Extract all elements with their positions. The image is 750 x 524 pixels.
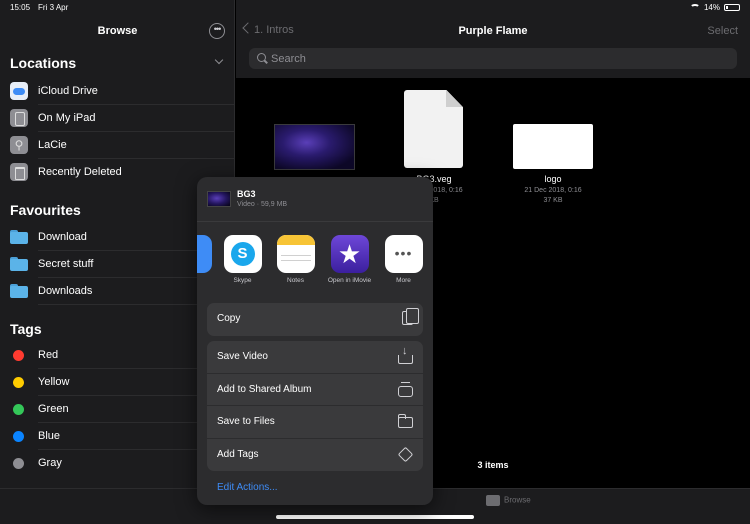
- sidebar-item-label: Secret stuff: [38, 258, 94, 270]
- file-date: 21 Dec 2018, 0:16: [524, 187, 582, 194]
- tab-browse[interactable]: Browse: [486, 495, 531, 506]
- file-name: logo: [544, 174, 562, 184]
- share-sheet-header: BG3 Video · 59,9 MB: [197, 177, 433, 222]
- copy-group: Copy: [207, 303, 423, 336]
- share-sheet: BG3 Video · 59,9 MB Skype Notes Open in …: [197, 177, 433, 505]
- add-to-shared-album-action[interactable]: Add to Shared Album: [207, 374, 423, 406]
- tag-icon: [397, 446, 414, 462]
- sidebar-item-on-my-ipad[interactable]: On My iPad: [0, 105, 235, 132]
- battery-icon: [724, 4, 740, 11]
- tab-browse-label: Browse: [504, 495, 531, 505]
- folder-icon: [10, 257, 28, 271]
- green-tag-dot-icon: [13, 404, 24, 415]
- battery-percent: 14%: [703, 3, 720, 12]
- actions-group: Save Video Add to Shared Album Save to F…: [207, 341, 423, 471]
- share-apps-row: Skype Notes Open in iMovie More: [197, 222, 433, 295]
- share-app-more[interactable]: More: [376, 235, 431, 284]
- status-bar-left: 15:05 Fri 3 Apr: [10, 3, 76, 12]
- action-label: Copy: [217, 313, 241, 324]
- search-bar[interactable]: [249, 48, 737, 69]
- share-app-notes[interactable]: Notes: [268, 235, 323, 284]
- sidebar-item-label: Downloads: [38, 285, 93, 297]
- usb-icon: ⚲: [10, 136, 28, 154]
- shared-album-icon: [398, 381, 413, 397]
- red-tag-dot-icon: [13, 350, 24, 361]
- gray-tag-dot-icon: [13, 458, 24, 469]
- file-size: 37 KB: [543, 197, 563, 204]
- sidebar-item-label: iCloud Drive: [38, 85, 98, 97]
- action-label: Save to Files: [217, 416, 275, 427]
- file-thumbnail-logo[interactable]: [513, 124, 593, 169]
- sidebar-item-label: Yellow: [38, 376, 70, 388]
- more-icon: [384, 235, 423, 273]
- action-label: Add to Shared Album: [217, 383, 312, 395]
- file-thumbnail-bg3-veg[interactable]: [404, 90, 463, 168]
- file-thumbnail-bg3-video[interactable]: [274, 124, 355, 170]
- sidebar-item-label: Green: [38, 403, 69, 415]
- home-indicator[interactable]: [276, 515, 474, 519]
- icloud-icon: [10, 82, 28, 100]
- navigation-bar: 14% 1. Intros Purple Flame Select: [236, 0, 750, 78]
- save-video-action[interactable]: Save Video: [207, 341, 423, 374]
- blue-tag-dot-icon: [13, 431, 24, 442]
- skype-icon: [223, 235, 262, 273]
- app-partial-icon: [197, 235, 212, 273]
- save-to-files-action[interactable]: Save to Files: [207, 406, 423, 439]
- copy-action[interactable]: Copy: [207, 303, 423, 336]
- favourites-heading: Favourites: [10, 202, 81, 218]
- page-title: Purple Flame: [458, 25, 528, 37]
- save-icon: [398, 345, 413, 364]
- sidebar-title: Browse: [97, 25, 138, 37]
- share-app-label: Open in iMovie: [327, 277, 372, 284]
- status-date: Fri 3 Apr: [38, 3, 69, 12]
- add-tags-action[interactable]: Add Tags: [207, 439, 423, 472]
- share-app-skype[interactable]: Skype: [215, 235, 270, 284]
- sidebar-item-label: Recently Deleted: [38, 166, 122, 178]
- share-app-label: More: [396, 277, 411, 284]
- trash-icon: [10, 163, 28, 181]
- status-bar-right: 14%: [689, 3, 740, 12]
- sidebar-item-label: Download: [38, 231, 87, 243]
- select-button[interactable]: Select: [707, 25, 738, 37]
- folder-icon: [10, 230, 28, 244]
- chevron-down-icon[interactable]: [214, 55, 224, 65]
- sidebar-item-label: Blue: [38, 430, 61, 442]
- action-label: Save Video: [217, 351, 268, 362]
- notes-icon: [276, 235, 315, 273]
- status-time: 15:05: [10, 3, 31, 12]
- sidebar-item-label: LaCie: [38, 139, 67, 151]
- sidebar-item-label: On My iPad: [38, 112, 96, 124]
- folder-icon: [10, 284, 28, 298]
- wifi-icon: [689, 4, 700, 11]
- action-label: Add Tags: [217, 448, 259, 460]
- folder-icon: [398, 414, 413, 428]
- locations-heading[interactable]: Locations: [10, 55, 76, 71]
- sidebar-item-icloud-drive[interactable]: iCloud Drive: [0, 78, 235, 105]
- share-app-label: Skype: [233, 277, 252, 284]
- ipad-icon: [10, 109, 28, 127]
- sidebar-item-label: Gray: [38, 457, 62, 469]
- share-app-label: Notes: [287, 277, 304, 284]
- tags-heading: Tags: [10, 321, 42, 337]
- folder-icon: [486, 495, 500, 506]
- shared-file-meta: Video · 59,9 MB: [237, 201, 288, 208]
- edit-actions-link[interactable]: Edit Actions...: [217, 482, 278, 493]
- sidebar-item-label: Red: [38, 349, 59, 361]
- file-thumbnail: [207, 191, 231, 207]
- shared-file-name: BG3: [237, 189, 256, 199]
- more-options-button[interactable]: •••: [209, 23, 225, 39]
- sidebar-item-lacie[interactable]: ⚲ LaCie: [0, 132, 235, 159]
- search-input[interactable]: [271, 50, 711, 67]
- copy-icon: [402, 308, 419, 325]
- share-app-imovie[interactable]: Open in iMovie: [322, 235, 377, 284]
- yellow-tag-dot-icon: [13, 377, 24, 388]
- imovie-icon: [330, 235, 369, 273]
- search-icon: [257, 53, 266, 62]
